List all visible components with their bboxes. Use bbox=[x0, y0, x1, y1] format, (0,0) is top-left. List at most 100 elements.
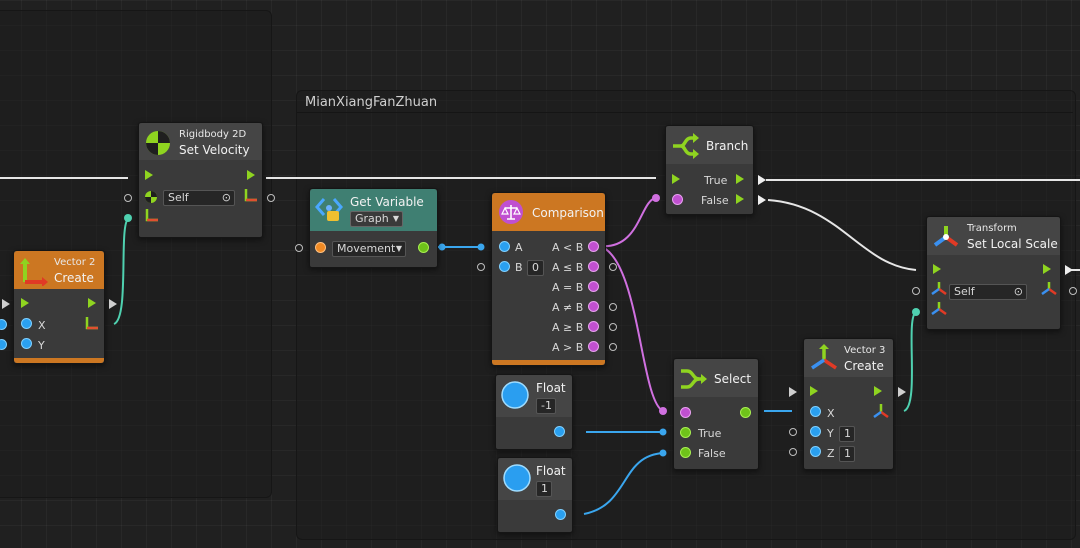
unconnected-port[interactable] bbox=[609, 323, 617, 331]
branch-icon bbox=[671, 133, 699, 163]
node-title: Branch bbox=[706, 139, 749, 153]
flow-input-arrow[interactable] bbox=[810, 386, 818, 396]
node-category: Vector 2 bbox=[54, 257, 96, 268]
bool-output-port[interactable] bbox=[588, 301, 599, 312]
flow-input-arrow[interactable] bbox=[21, 298, 29, 308]
float-value-field[interactable]: 1 bbox=[536, 481, 552, 497]
y-value-field[interactable]: 1 bbox=[839, 426, 855, 442]
unconnected-port[interactable] bbox=[609, 263, 617, 271]
variable-kind-dropdown[interactable]: Graph ▼ bbox=[350, 211, 403, 227]
flow-output-port[interactable] bbox=[1065, 265, 1073, 275]
target-field[interactable]: Self ⊙ bbox=[163, 190, 235, 206]
false-label: False bbox=[698, 447, 726, 460]
chevron-down-icon: ▼ bbox=[395, 244, 402, 253]
a-input-port[interactable] bbox=[499, 241, 510, 252]
float-literal-node[interactable]: Float -1 bbox=[495, 374, 573, 450]
flow-output-port[interactable] bbox=[898, 387, 906, 397]
unconnected-port[interactable] bbox=[609, 343, 617, 351]
value-output-port[interactable] bbox=[418, 242, 429, 253]
node-title: Comparison bbox=[532, 206, 604, 220]
b-input-port[interactable] bbox=[499, 261, 510, 272]
flow-true-arrow[interactable] bbox=[736, 174, 744, 184]
float-value-field[interactable]: -1 bbox=[536, 398, 556, 414]
flow-output-arrow[interactable] bbox=[874, 386, 882, 396]
variable-kind-value: Graph bbox=[355, 212, 389, 225]
bool-output-port[interactable] bbox=[588, 241, 599, 252]
comparison-node[interactable]: Comparison A B 0 A < B A ≤ B A = B A ≠ B… bbox=[491, 192, 606, 366]
target-picker-icon[interactable]: ⊙ bbox=[222, 191, 231, 205]
vector2-icon bbox=[20, 258, 48, 290]
flow-output-arrow[interactable] bbox=[1043, 264, 1051, 274]
bool-output-port[interactable] bbox=[588, 281, 599, 292]
transform-icon bbox=[931, 281, 947, 301]
output-label: A = B bbox=[552, 281, 584, 294]
bool-output-port[interactable] bbox=[588, 321, 599, 332]
target-field[interactable]: Self ⊙ bbox=[949, 284, 1027, 300]
vector3-icon bbox=[931, 301, 947, 321]
true-input-port[interactable] bbox=[680, 427, 691, 438]
variable-name-dropdown[interactable]: Movement ▼ bbox=[332, 241, 406, 257]
output-label: A > B bbox=[552, 341, 584, 354]
chevron-down-icon: ▼ bbox=[392, 214, 399, 223]
unconnected-port[interactable] bbox=[609, 303, 617, 311]
set-local-scale-node[interactable]: Transform Set Local Scale Self ⊙ bbox=[926, 216, 1061, 330]
y-input-port[interactable] bbox=[21, 338, 32, 349]
x-input-port[interactable] bbox=[810, 406, 821, 417]
condition-input-port[interactable] bbox=[680, 407, 691, 418]
node-title: Create bbox=[844, 359, 884, 373]
rigidbody-icon bbox=[144, 189, 158, 208]
set-velocity-node[interactable]: Rigidbody 2D Set Velocity Self ⊙ bbox=[138, 122, 263, 238]
flow-input-port[interactable] bbox=[2, 299, 10, 309]
unconnected-port[interactable] bbox=[789, 448, 797, 456]
rigidbody-icon bbox=[145, 130, 171, 160]
vector3-icon bbox=[872, 403, 890, 423]
false-input-port[interactable] bbox=[680, 447, 691, 458]
target-picker-icon[interactable]: ⊙ bbox=[1014, 285, 1023, 299]
z-input-port[interactable] bbox=[810, 446, 821, 457]
float-literal-node[interactable]: Float 1 bbox=[497, 457, 573, 533]
b-label: B bbox=[515, 261, 523, 274]
node-category: Transform bbox=[967, 223, 1017, 234]
condition-input-port[interactable] bbox=[672, 194, 683, 205]
flow-output-arrow[interactable] bbox=[247, 170, 255, 180]
unconnected-port[interactable] bbox=[912, 287, 920, 295]
name-input-port[interactable] bbox=[315, 242, 326, 253]
bool-output-port[interactable] bbox=[588, 341, 599, 352]
unconnected-port[interactable] bbox=[789, 428, 797, 436]
value-wire bbox=[583, 452, 665, 515]
get-variable-node[interactable]: Get Variable Graph ▼ Movement ▼ bbox=[309, 188, 438, 268]
unconnected-port[interactable] bbox=[267, 194, 275, 202]
node-title: Get Variable bbox=[350, 195, 424, 209]
x-label: X bbox=[38, 319, 46, 332]
flow-input-arrow[interactable] bbox=[933, 264, 941, 274]
select-icon bbox=[679, 366, 707, 396]
true-label: True bbox=[704, 174, 728, 187]
float-icon bbox=[503, 464, 531, 496]
value-output-port[interactable] bbox=[740, 407, 751, 418]
node-category: Rigidbody 2D bbox=[179, 129, 247, 140]
z-value-field[interactable]: 1 bbox=[839, 446, 855, 462]
flow-input-arrow[interactable] bbox=[145, 170, 153, 180]
float-output-port[interactable] bbox=[555, 509, 566, 520]
unconnected-port[interactable] bbox=[1069, 287, 1077, 295]
b-value-field[interactable]: 0 bbox=[527, 260, 544, 276]
unconnected-port[interactable] bbox=[124, 194, 132, 202]
flow-false-arrow[interactable] bbox=[736, 194, 744, 204]
flow-output-arrow[interactable] bbox=[88, 298, 96, 308]
bool-output-port[interactable] bbox=[588, 261, 599, 272]
select-node[interactable]: Select True False bbox=[673, 358, 759, 470]
branch-node[interactable]: Branch True False bbox=[665, 125, 754, 215]
flow-output-port[interactable] bbox=[109, 299, 117, 309]
flow-output-port[interactable] bbox=[758, 175, 766, 185]
vector3-create-node[interactable]: Vector 3 Create X Y 1 Z 1 bbox=[803, 338, 894, 470]
z-label: Z bbox=[827, 447, 835, 460]
flow-input-arrow[interactable] bbox=[672, 174, 680, 184]
float-output-port[interactable] bbox=[554, 426, 565, 437]
y-input-port[interactable] bbox=[810, 426, 821, 437]
vector2-create-node[interactable]: Vector 2 Create X Y bbox=[13, 250, 105, 364]
unconnected-port[interactable] bbox=[477, 263, 485, 271]
x-input-port[interactable] bbox=[21, 318, 32, 329]
flow-output-port[interactable] bbox=[758, 195, 766, 205]
unconnected-port[interactable] bbox=[295, 244, 303, 252]
flow-input-port[interactable] bbox=[789, 387, 797, 397]
